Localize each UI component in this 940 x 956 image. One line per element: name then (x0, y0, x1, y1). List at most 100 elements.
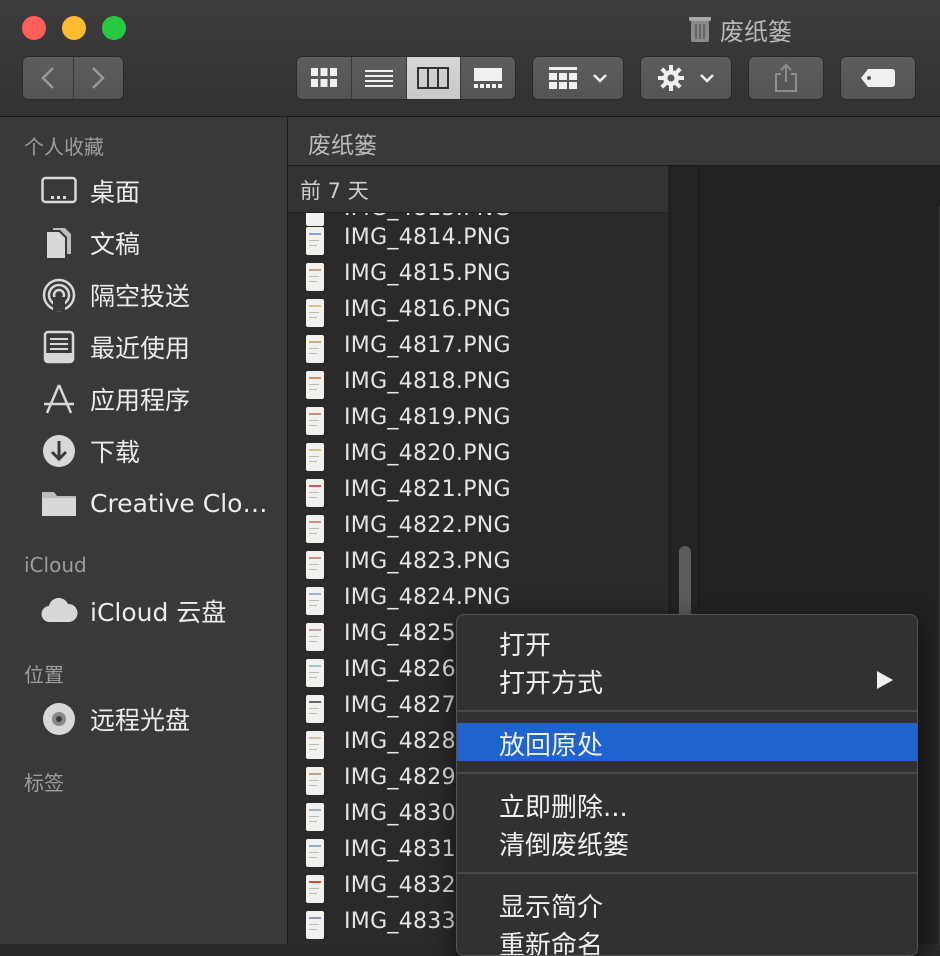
file-name: IMG_4821.PNG (344, 477, 511, 502)
image-thumbnail-icon (306, 731, 324, 759)
back-button[interactable] (23, 57, 73, 99)
title-bar: 废纸篓 (0, 0, 940, 117)
zoom-window-button[interactable] (102, 16, 126, 40)
file-row[interactable]: IMG_4821.PNG (288, 475, 668, 511)
menu-item-empty-trash[interactable]: 清倒废纸篓 (457, 823, 917, 861)
sidebar-item-desktop[interactable]: 桌面 (0, 169, 287, 213)
current-folder-label: 废纸篓 (308, 133, 377, 159)
context-menu: 打开 打开方式 放回原处 立即删除... 清倒废纸篓 显示简介 重新命名 (456, 614, 918, 956)
image-thumbnail-icon (306, 263, 324, 291)
sidebar-item-documents[interactable]: 文稿 (0, 221, 287, 265)
file-name: IMG_4819.PNG (344, 405, 511, 430)
icon-view-button[interactable] (297, 57, 351, 99)
image-thumbnail-icon (306, 515, 324, 543)
file-name: IMG_4815.PNG (344, 261, 511, 286)
group-by-button[interactable] (532, 56, 624, 100)
chevron-down-icon (700, 74, 714, 83)
airdrop-icon (40, 277, 78, 313)
trash-icon (689, 17, 711, 42)
file-name: IMG_4816.PNG (344, 297, 511, 322)
tags-button[interactable] (840, 56, 916, 100)
file-name: IMG_4825 (344, 621, 456, 646)
close-window-button[interactable] (22, 16, 46, 40)
file-name: IMG_4820.PNG (344, 441, 511, 466)
documents-icon (40, 225, 78, 261)
file-row[interactable]: IMG_4817.PNG (288, 331, 668, 367)
sidebar-item-label: iCloud 云盘 (90, 598, 227, 627)
chevron-down-icon (593, 74, 607, 83)
menu-item-put-back[interactable]: 放回原处 (457, 723, 917, 761)
chevron-right-icon (92, 67, 106, 89)
list-view-icon (364, 70, 393, 87)
file-row[interactable]: IMG_4819.PNG (288, 403, 668, 439)
menu-item-open-with[interactable]: 打开方式 (457, 661, 917, 699)
image-thumbnail-icon (306, 767, 324, 795)
group-header-label: 前 7 天 (300, 179, 369, 203)
menu-item-rename[interactable]: 重新命名 (457, 923, 917, 956)
image-thumbnail-icon (306, 551, 324, 579)
file-name: IMG_4828 (344, 729, 456, 754)
sidebar-section-favorites: 个人收藏 (24, 135, 104, 159)
sidebar-item-airdrop[interactable]: 隔空投送 (0, 273, 287, 317)
share-button[interactable] (748, 56, 824, 100)
sidebar-item-recents[interactable]: 最近使用 (0, 325, 287, 369)
file-name: IMG_4831 (344, 837, 456, 862)
file-row[interactable]: IMG_4820.PNG (288, 439, 668, 475)
file-row[interactable]: IMG_4822.PNG (288, 511, 668, 547)
column-view-button[interactable] (405, 57, 461, 99)
image-thumbnail-icon (306, 371, 324, 399)
share-icon (775, 63, 797, 92)
file-name: IMG_4824.PNG (344, 585, 511, 610)
sidebar-item-label: 文稿 (90, 230, 141, 259)
forward-button[interactable] (72, 57, 124, 99)
desktop-icon (40, 173, 78, 209)
sidebar-item-label: 隔空投送 (90, 282, 191, 311)
file-row[interactable]: IMG_4823.PNG (288, 547, 668, 583)
menu-item-label: 打开方式 (499, 669, 604, 699)
recents-icon (40, 329, 78, 365)
disc-icon (40, 701, 78, 737)
menu-item-label: 重新命名 (499, 931, 604, 956)
file-row[interactable]: IMG_4815.PNG (288, 259, 668, 295)
minimize-window-button[interactable] (62, 16, 86, 40)
sidebar-section-icloud: iCloud (24, 553, 87, 577)
image-thumbnail-icon (306, 587, 324, 615)
sidebar-item-creative-cloud[interactable]: Creative Clou... (0, 481, 287, 525)
image-thumbnail-icon (306, 299, 324, 327)
image-thumbnail-icon (306, 875, 324, 903)
menu-item-label: 清倒废纸篓 (499, 831, 630, 861)
sidebar-section-tags: 标签 (24, 771, 64, 795)
file-name: IMG_4829 (344, 765, 456, 790)
path-bar: 废纸篓 (288, 117, 940, 166)
folder-icon (40, 485, 78, 521)
chevron-left-icon (40, 67, 54, 89)
menu-separator (457, 772, 917, 774)
file-row[interactable]: IMG_4816.PNG (288, 295, 668, 331)
sidebar-item-downloads[interactable]: 下载 (0, 429, 287, 473)
file-name: IMG_4817.PNG (344, 333, 511, 358)
menu-item-label: 立即删除... (499, 793, 628, 823)
gallery-view-button[interactable] (460, 57, 515, 99)
sidebar-item-applications[interactable]: 应用程序 (0, 377, 287, 421)
menu-item-label: 放回原处 (499, 731, 604, 761)
file-name: IMG_4832 (344, 873, 456, 898)
file-row[interactable]: IMG_4818.PNG (288, 367, 668, 403)
menu-item-open[interactable]: 打开 (457, 623, 917, 661)
submenu-arrow-icon (877, 671, 893, 689)
sidebar-item-label: 应用程序 (90, 386, 191, 415)
action-menu-button[interactable] (640, 56, 732, 100)
image-thumbnail-icon (306, 803, 324, 831)
image-thumbnail-icon (306, 479, 324, 507)
sidebar-item-remote-disc[interactable]: 远程光盘 (0, 697, 287, 741)
image-thumbnail-icon (306, 659, 324, 687)
menu-item-get-info[interactable]: 显示简介 (457, 885, 917, 923)
image-thumbnail-icon (306, 227, 324, 255)
sidebar-item-icloud-drive[interactable]: iCloud 云盘 (0, 589, 287, 633)
gallery-view-icon (474, 68, 503, 88)
menu-item-delete-immediately[interactable]: 立即删除... (457, 785, 917, 823)
file-name: IMG_4827 (344, 693, 456, 718)
window-title-text: 废纸篓 (720, 17, 792, 46)
menu-item-label: 打开 (499, 631, 552, 661)
file-name: IMG_4823.PNG (344, 549, 511, 574)
list-view-button[interactable] (350, 57, 406, 99)
